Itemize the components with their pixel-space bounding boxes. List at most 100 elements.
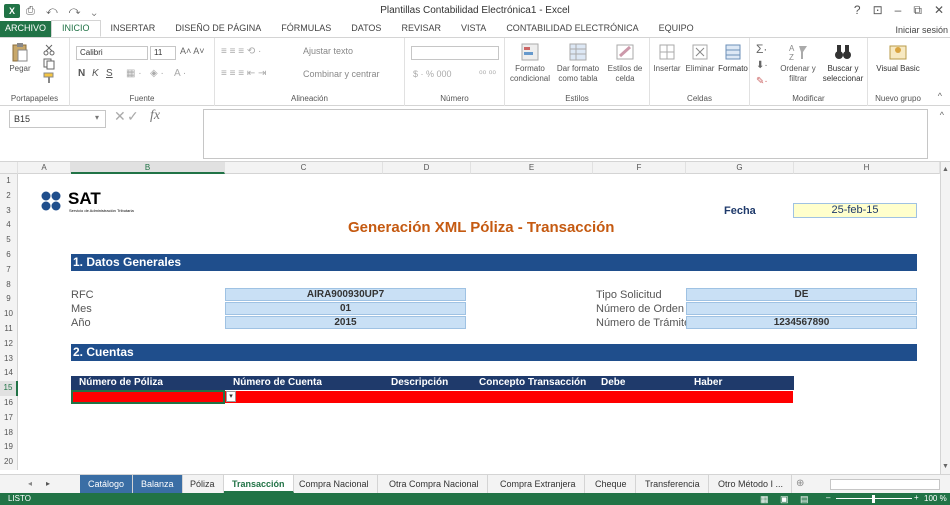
tab-vista[interactable]: VISTA: [451, 21, 496, 37]
signin-link[interactable]: Iniciar sesión: [895, 25, 948, 35]
tab-diseno[interactable]: DISEÑO DE PÁGINA: [165, 21, 271, 37]
align-top-icons[interactable]: ≡ ≡ ≡ ⟲ ·: [221, 46, 261, 57]
select-all-corner[interactable]: [0, 162, 18, 174]
autosum-icon[interactable]: Σ·: [756, 42, 767, 56]
underline-button[interactable]: S: [106, 68, 113, 79]
sheet-tab-cheque[interactable]: Cheque: [587, 475, 636, 493]
row-header[interactable]: 16: [0, 396, 18, 411]
tab-datos[interactable]: DATOS: [341, 21, 391, 37]
zoom-thumb[interactable]: [872, 495, 875, 503]
conditional-format-button[interactable]: Formato condicional: [509, 42, 551, 84]
zoom-level[interactable]: 100 %: [924, 493, 947, 505]
decimal-icons[interactable]: ⁰⁰ ⁰⁰: [479, 69, 496, 80]
add-sheet-icon[interactable]: ⊕: [796, 478, 804, 489]
anio-value[interactable]: 2015: [225, 316, 466, 329]
tab-insertar[interactable]: INSERTAR: [101, 21, 166, 37]
col-header-d[interactable]: D: [383, 162, 471, 174]
rfc-value[interactable]: AIRA900930UP7: [225, 288, 466, 301]
row-header[interactable]: 6: [0, 248, 18, 263]
row-header[interactable]: 12: [0, 336, 18, 352]
worksheet-grid[interactable]: A B C D E F G H 1 2 3 4 5 6 7 8 9 10 11 12 13 14 15 16 1…: [0, 162, 950, 474]
numero-tramite-value[interactable]: 1234567890: [686, 316, 917, 329]
format-painter-icon[interactable]: [42, 72, 56, 84]
sheet-tab-poliza[interactable]: Póliza: [182, 475, 224, 493]
dropdown-arrow-icon[interactable]: ▾: [226, 391, 236, 402]
help-button[interactable]: ?: [854, 3, 861, 18]
tab-scroll-right-icon[interactable]: ▸: [46, 479, 50, 488]
row-header[interactable]: 14: [0, 366, 18, 382]
merge-center-button[interactable]: Combinar y centrar: [303, 69, 380, 79]
minimize-button[interactable]: –: [895, 3, 902, 18]
insert-function-button[interactable]: fx: [150, 108, 160, 124]
font-color-icon[interactable]: A ·: [174, 68, 186, 79]
visual-basic-button[interactable]: Visual Basic: [876, 42, 920, 74]
page-break-icon[interactable]: ▤: [800, 493, 809, 505]
tab-revisar[interactable]: REVISAR: [391, 21, 451, 37]
grow-font-icon[interactable]: A˄ A˅: [180, 46, 205, 56]
find-select-button[interactable]: Buscar y seleccionar: [820, 42, 866, 84]
font-name-select[interactable]: Calibri: [76, 46, 148, 60]
quick-access-toolbar[interactable]: ⎙ ↶ ↷ ⌄: [26, 5, 101, 18]
align-left-icons[interactable]: ≡ ≡ ≡ ⇤ ⇥: [221, 68, 266, 79]
sheet-tab-transferencia[interactable]: Transferencia: [637, 475, 709, 493]
tab-contabilidad[interactable]: CONTABILIDAD ELECTRÓNICA: [496, 21, 648, 37]
delete-cells-button[interactable]: Eliminar: [684, 42, 716, 74]
col-header-f[interactable]: F: [593, 162, 686, 174]
row-header[interactable]: 18: [0, 425, 18, 441]
italic-button[interactable]: K: [92, 68, 99, 79]
sort-filter-button[interactable]: AZ Ordenar y filtrar: [778, 42, 818, 84]
row-header[interactable]: 7: [0, 262, 18, 278]
row-header[interactable]: 3: [0, 203, 18, 219]
row-header[interactable]: 20: [0, 455, 18, 470]
sheet-tab-compra-nacional[interactable]: Compra Nacional: [291, 475, 378, 493]
sheet-tab-compra-extranjera[interactable]: Compra Extranjera: [492, 475, 585, 493]
row-header[interactable]: 17: [0, 410, 18, 426]
row-header[interactable]: 9: [0, 292, 18, 308]
ribbon-display-button[interactable]: ⊡: [873, 3, 883, 18]
fecha-value[interactable]: 25-feb-15: [793, 203, 917, 218]
close-button[interactable]: ✕: [934, 3, 944, 18]
cell-styles-button[interactable]: Estilos de celda: [605, 42, 645, 84]
name-box[interactable]: B15: [9, 110, 106, 128]
row-header[interactable]: 8: [0, 277, 18, 293]
horizontal-scrollbar[interactable]: [830, 479, 940, 490]
bold-button[interactable]: N: [78, 68, 85, 79]
insert-cells-button[interactable]: Insertar: [652, 42, 682, 74]
wrap-text-button[interactable]: Ajustar texto: [303, 46, 353, 56]
paste-button[interactable]: Pegar: [6, 42, 34, 74]
formula-input[interactable]: [203, 109, 928, 159]
collapse-formula-icon[interactable]: ^: [940, 110, 944, 120]
tab-equipo[interactable]: EQUIPO: [649, 21, 704, 37]
zoom-out-icon[interactable]: –: [826, 492, 830, 504]
tab-scroll-left-icon[interactable]: ◂: [28, 479, 32, 488]
vertical-scrollbar[interactable]: ▲ ▼: [940, 162, 950, 474]
col-header-e[interactable]: E: [471, 162, 593, 174]
col-header-g[interactable]: G: [686, 162, 794, 174]
sheet-tab-balanza[interactable]: Balanza: [133, 475, 183, 493]
fill-icon[interactable]: ⬇·: [756, 60, 768, 71]
number-format-select[interactable]: [411, 46, 499, 60]
sheet-tab-transaccion[interactable]: Transacción: [224, 475, 294, 493]
col-header-a[interactable]: A: [18, 162, 71, 174]
normal-view-icon[interactable]: ▦: [760, 493, 769, 505]
sheet-tab-otro-metodo[interactable]: Otro Método I ...: [710, 475, 793, 493]
cancel-icon[interactable]: ✕: [114, 108, 126, 125]
format-as-table-button[interactable]: Dar formato como tabla: [555, 42, 601, 84]
tab-inicio[interactable]: INICIO: [51, 20, 101, 37]
zoom-in-icon[interactable]: +: [914, 492, 919, 504]
page-layout-icon[interactable]: ▣: [780, 493, 789, 505]
enter-icon[interactable]: ✓: [127, 108, 139, 125]
row-header[interactable]: 15: [0, 381, 18, 396]
col-header-h[interactable]: H: [794, 162, 940, 174]
borders-icon[interactable]: ▦ ·: [126, 68, 142, 79]
row-header[interactable]: 4: [0, 218, 18, 234]
copy-icon[interactable]: [42, 58, 56, 70]
scroll-down-icon[interactable]: ▼: [942, 463, 949, 470]
col-header-c[interactable]: C: [225, 162, 383, 174]
row-header[interactable]: 2: [0, 188, 18, 204]
collapse-ribbon-icon[interactable]: ^: [938, 91, 942, 101]
cut-icon[interactable]: [42, 44, 56, 56]
sheet-tab-catalogo[interactable]: Catálogo: [80, 475, 134, 493]
maximize-button[interactable]: ⧉: [913, 3, 922, 18]
col-header-b[interactable]: B: [71, 162, 225, 174]
